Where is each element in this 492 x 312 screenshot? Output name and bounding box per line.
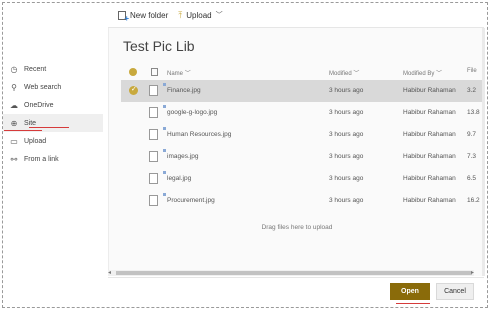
- image-file-icon: [149, 173, 158, 184]
- laptop-icon: ▭: [10, 136, 18, 146]
- page-title: Test Pic Lib: [123, 38, 195, 54]
- file-size: 3.2: [467, 87, 477, 94]
- sidebar-item-label: Site: [24, 119, 37, 127]
- upload-label: Upload: [186, 10, 212, 20]
- file-name[interactable]: legal.jpg: [162, 171, 191, 182]
- file-name[interactable]: google-g-logo.jpg: [162, 105, 217, 116]
- sidebar-item-upload[interactable]: ▭ Upload: [3, 132, 103, 150]
- link-icon: ⚯: [10, 154, 18, 164]
- file-modified: 3 hours ago: [329, 87, 364, 94]
- file-modified-by: Habibur Rahaman: [403, 87, 456, 94]
- annotation-underline: [4, 130, 42, 131]
- list-header: Name ﹀ Modified ﹀ Modified By ﹀ File: [121, 68, 485, 80]
- file-modified: 3 hours ago: [329, 109, 364, 116]
- sidebar-item-label: From a link: [24, 155, 59, 163]
- file-modified: 3 hours ago: [329, 153, 364, 160]
- image-file-icon: [149, 129, 158, 140]
- new-folder-icon: [118, 10, 129, 23]
- file-size: 6.5: [467, 175, 477, 182]
- annotation-underline: [29, 127, 69, 128]
- new-folder-button[interactable]: New folder: [118, 10, 169, 23]
- scroll-right-icon[interactable]: ▸: [471, 269, 474, 276]
- table-row[interactable]: Procurement.jpg 3 hours ago Habibur Raha…: [121, 190, 485, 212]
- table-row[interactable]: google-g-logo.jpg 3 hours ago Habibur Ra…: [121, 102, 485, 124]
- chevron-down-icon: ﹀: [215, 12, 223, 19]
- image-file-icon: [149, 151, 158, 162]
- file-modified: 3 hours ago: [329, 131, 364, 138]
- search-icon: ⚲: [11, 82, 17, 92]
- chevron-down-icon: ﹀: [184, 71, 191, 77]
- cloud-icon: ☁: [10, 100, 18, 110]
- image-file-icon: [149, 85, 158, 96]
- sidebar-item-label: Web search: [24, 83, 62, 91]
- file-list-panel: Test Pic Lib Name ﹀ Modified ﹀ Modified …: [108, 28, 485, 276]
- file-modified-by: Habibur Rahaman: [403, 109, 456, 116]
- file-name[interactable]: Human Resources.jpg: [162, 127, 231, 138]
- clock-icon: ◷: [10, 64, 18, 74]
- file-name[interactable]: Finance.jpg: [163, 83, 201, 94]
- column-header-modified-by[interactable]: Modified By ﹀: [403, 68, 442, 77]
- sidebar-item-label: Recent: [24, 65, 47, 73]
- file-size: 7.3: [467, 153, 477, 160]
- file-name[interactable]: images.jpg: [162, 149, 198, 160]
- scroll-left-icon[interactable]: ◂: [108, 269, 111, 276]
- file-size: 16.2: [467, 197, 480, 204]
- sidebar-item-recent[interactable]: ◷ Recent: [3, 60, 103, 78]
- scrollbar-thumb[interactable]: [116, 271, 472, 275]
- table-row[interactable]: Finance.jpg 3 hours ago Habibur Rahaman …: [121, 80, 485, 102]
- sidebar-item-onedrive[interactable]: ☁ OneDrive: [3, 96, 103, 114]
- drag-drop-hint: Drag files here to upload: [261, 224, 333, 231]
- table-row[interactable]: images.jpg 3 hours ago Habibur Rahaman 7…: [121, 146, 485, 168]
- sidebar-item-from-a-link[interactable]: ⚯ From a link: [3, 150, 103, 168]
- file-type-icon: [151, 68, 158, 76]
- image-file-icon: [149, 195, 158, 206]
- sidebar-item-label: Upload: [24, 137, 47, 145]
- chevron-down-icon: ﹀: [436, 71, 443, 77]
- file-modified-by: Habibur Rahaman: [403, 197, 456, 204]
- select-all-checkbox[interactable]: [129, 68, 137, 76]
- globe-icon: ⊕: [10, 118, 18, 128]
- column-header-name[interactable]: Name ﹀: [167, 68, 191, 77]
- file-size: 9.7: [467, 131, 477, 138]
- column-header-modified[interactable]: Modified ﹀: [329, 68, 359, 77]
- file-modified-by: Habibur Rahaman: [403, 131, 456, 138]
- file-modified: 3 hours ago: [329, 197, 364, 204]
- row-checkbox[interactable]: [129, 85, 138, 95]
- file-name[interactable]: Procurement.jpg: [163, 193, 215, 204]
- file-size: 13.8: [467, 109, 480, 116]
- annotation-underline: [396, 303, 430, 304]
- vertical-scrollbar[interactable]: [482, 28, 485, 276]
- horizontal-scrollbar[interactable]: ◂ ▸: [108, 270, 474, 276]
- cancel-button[interactable]: Cancel: [436, 283, 474, 300]
- table-row[interactable]: Human Resources.jpg 3 hours ago Habibur …: [121, 124, 485, 146]
- file-modified: 3 hours ago: [329, 175, 364, 182]
- image-file-icon: [149, 107, 158, 118]
- sidebar-item-web-search[interactable]: ⚲ Web search: [3, 78, 103, 96]
- sidebar-item-label: OneDrive: [24, 101, 54, 109]
- sidebar: ◷ Recent ⚲ Web search ☁ OneDrive ⊕ Site …: [3, 60, 103, 168]
- open-button[interactable]: Open: [390, 283, 430, 300]
- new-folder-label: New folder: [130, 10, 169, 20]
- column-header-size[interactable]: File: [467, 68, 477, 74]
- toolbar: New folder ⤒ Upload ﹀: [118, 8, 233, 23]
- table-row[interactable]: legal.jpg 3 hours ago Habibur Rahaman 6.…: [121, 168, 485, 190]
- file-modified-by: Habibur Rahaman: [403, 153, 456, 160]
- upload-button[interactable]: ⤒ Upload ﹀: [178, 10, 222, 21]
- footer-divider: [108, 277, 484, 278]
- file-modified-by: Habibur Rahaman: [403, 175, 456, 182]
- chevron-down-icon: ﹀: [353, 71, 360, 77]
- upload-icon: ⤒: [178, 9, 183, 20]
